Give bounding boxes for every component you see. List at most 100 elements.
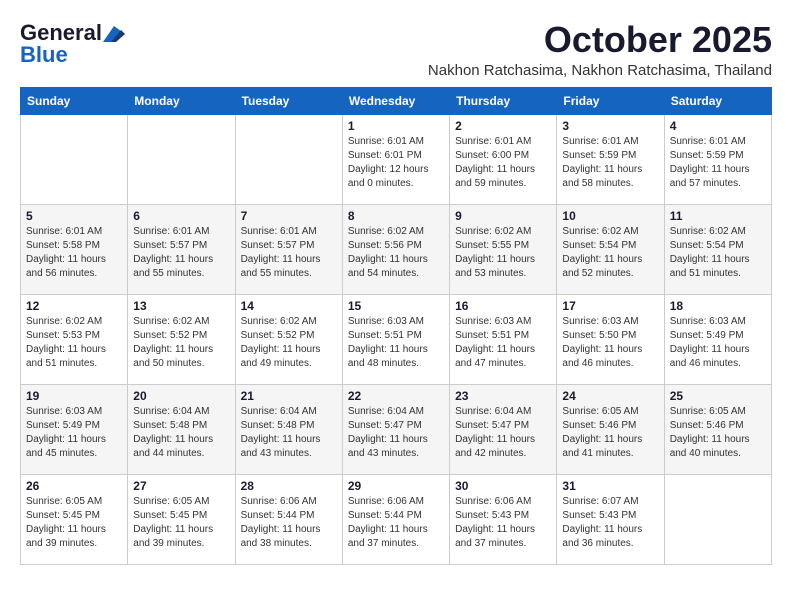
- calendar-row-0: 1Sunrise: 6:01 AM Sunset: 6:01 PM Daylig…: [21, 114, 772, 204]
- calendar-cell: 10 Sunrise: 6:02 AM Sunset: 5:54 PM Dayli…: [557, 204, 664, 294]
- day-number: 21: [241, 389, 337, 403]
- day-number: 3: [562, 119, 658, 133]
- day-info: Sunrise: 6:01 AM Sunset: 5:59 PM Dayligh…: [670, 135, 766, 191]
- calendar-row-1: 5 Sunrise: 6:01 AM Sunset: 5:58 PM Daylig…: [21, 204, 772, 294]
- day-info: Sunrise: 6:03 AM Sunset: 5:49 PM Dayligh…: [670, 315, 766, 371]
- calendar-cell: 22 Sunrise: 6:04 AM Sunset: 5:47 PM Dayli…: [342, 384, 449, 474]
- day-number: 11: [670, 209, 766, 223]
- calendar-cell: 11 Sunrise: 6:02 AM Sunset: 5:54 PM Dayli…: [664, 204, 771, 294]
- day-info: Sunrise: 6:02 AM Sunset: 5:54 PM Dayligh…: [562, 225, 658, 281]
- day-number: 28: [241, 479, 337, 493]
- day-number: 16: [455, 299, 551, 313]
- calendar-cell: [21, 114, 128, 204]
- day-number: 25: [670, 389, 766, 403]
- day-info: Sunrise: 6:07 AM Sunset: 5:43 PM Dayligh…: [562, 495, 658, 551]
- day-number: 19: [26, 389, 122, 403]
- day-number: 10: [562, 209, 658, 223]
- day-info: Sunrise: 6:01 AM Sunset: 5:58 PM Dayligh…: [26, 225, 122, 281]
- calendar-cell: 19 Sunrise: 6:03 AM Sunset: 5:49 PM Dayli…: [21, 384, 128, 474]
- day-info: Sunrise: 6:04 AM Sunset: 5:47 PM Dayligh…: [348, 405, 444, 461]
- day-number: 2: [455, 119, 551, 133]
- header-thursday: Thursday: [450, 87, 557, 114]
- day-number: 13: [133, 299, 229, 313]
- day-info: Sunrise: 6:04 AM Sunset: 5:47 PM Dayligh…: [455, 405, 551, 461]
- calendar-cell: 28 Sunrise: 6:06 AM Sunset: 5:44 PM Dayli…: [235, 474, 342, 564]
- day-info: Sunrise: 6:03 AM Sunset: 5:49 PM Dayligh…: [26, 405, 122, 461]
- calendar-cell: 2 Sunrise: 6:01 AM Sunset: 6:00 PM Daylig…: [450, 114, 557, 204]
- day-info: Sunrise: 6:05 AM Sunset: 5:45 PM Dayligh…: [133, 495, 229, 551]
- calendar-cell: 3 Sunrise: 6:01 AM Sunset: 5:59 PM Daylig…: [557, 114, 664, 204]
- calendar-cell: 9 Sunrise: 6:02 AM Sunset: 5:55 PM Daylig…: [450, 204, 557, 294]
- calendar-cell: 20Sunrise: 6:04 AM Sunset: 5:48 PM Dayli…: [128, 384, 235, 474]
- calendar-cell: 6Sunrise: 6:01 AM Sunset: 5:57 PM Daylig…: [128, 204, 235, 294]
- day-number: 5: [26, 209, 122, 223]
- day-number: 18: [670, 299, 766, 313]
- calendar-cell: 18 Sunrise: 6:03 AM Sunset: 5:49 PM Dayli…: [664, 294, 771, 384]
- day-number: 22: [348, 389, 444, 403]
- day-info: Sunrise: 6:02 AM Sunset: 5:53 PM Dayligh…: [26, 315, 122, 371]
- day-number: 30: [455, 479, 551, 493]
- calendar-cell: 14 Sunrise: 6:02 AM Sunset: 5:52 PM Dayli…: [235, 294, 342, 384]
- day-info: Sunrise: 6:06 AM Sunset: 5:43 PM Dayligh…: [455, 495, 551, 551]
- day-info: Sunrise: 6:02 AM Sunset: 5:55 PM Dayligh…: [455, 225, 551, 281]
- day-number: 12: [26, 299, 122, 313]
- day-number: 17: [562, 299, 658, 313]
- header-sunday: Sunday: [21, 87, 128, 114]
- day-number: 7: [241, 209, 337, 223]
- day-number: 15: [348, 299, 444, 313]
- header-saturday: Saturday: [664, 87, 771, 114]
- day-info: Sunrise: 6:06 AM Sunset: 5:44 PM Dayligh…: [348, 495, 444, 551]
- day-number: 14: [241, 299, 337, 313]
- day-info: Sunrise: 6:06 AM Sunset: 5:44 PM Dayligh…: [241, 495, 337, 551]
- day-info: Sunrise: 6:04 AM Sunset: 5:48 PM Dayligh…: [241, 405, 337, 461]
- title-section: October 2025 Nakhon Ratchasima, Nakhon R…: [428, 20, 772, 79]
- calendar-cell: 13 Sunrise: 6:02 AM Sunset: 5:52 PM Dayli…: [128, 294, 235, 384]
- calendar-cell: 29 Sunrise: 6:06 AM Sunset: 5:44 PM Dayli…: [342, 474, 449, 564]
- calendar-cell: 24Sunrise: 6:05 AM Sunset: 5:46 PM Dayli…: [557, 384, 664, 474]
- day-number: 27: [133, 479, 229, 493]
- page-header: General Blue October 2025 Nakhon Ratchas…: [20, 20, 772, 79]
- calendar-cell: 23 Sunrise: 6:04 AM Sunset: 5:47 PM Dayli…: [450, 384, 557, 474]
- calendar-cell: [664, 474, 771, 564]
- day-info: Sunrise: 6:02 AM Sunset: 5:52 PM Dayligh…: [241, 315, 337, 371]
- calendar-cell: 8 Sunrise: 6:02 AM Sunset: 5:56 PM Daylig…: [342, 204, 449, 294]
- calendar-cell: 25 Sunrise: 6:05 AM Sunset: 5:46 PM Dayli…: [664, 384, 771, 474]
- weekday-header-row: Sunday Monday Tuesday Wednesday Thursday…: [21, 87, 772, 114]
- day-info: Sunrise: 6:01 AM Sunset: 6:00 PM Dayligh…: [455, 135, 551, 191]
- calendar-cell: 1Sunrise: 6:01 AM Sunset: 6:01 PM Daylig…: [342, 114, 449, 204]
- calendar-cell: 21 Sunrise: 6:04 AM Sunset: 5:48 PM Dayli…: [235, 384, 342, 474]
- header-monday: Monday: [128, 87, 235, 114]
- calendar-row-3: 19 Sunrise: 6:03 AM Sunset: 5:49 PM Dayli…: [21, 384, 772, 474]
- logo-icon: [103, 26, 125, 42]
- location-title: Nakhon Ratchasima, Nakhon Ratchasima, Th…: [428, 62, 772, 79]
- day-number: 31: [562, 479, 658, 493]
- calendar-cell: 17 Sunrise: 6:03 AM Sunset: 5:50 PM Dayli…: [557, 294, 664, 384]
- day-number: 29: [348, 479, 444, 493]
- header-wednesday: Wednesday: [342, 87, 449, 114]
- calendar-cell: 26 Sunrise: 6:05 AM Sunset: 5:45 PM Dayli…: [21, 474, 128, 564]
- day-info: Sunrise: 6:03 AM Sunset: 5:50 PM Dayligh…: [562, 315, 658, 371]
- day-number: 23: [455, 389, 551, 403]
- calendar-row-4: 26 Sunrise: 6:05 AM Sunset: 5:45 PM Dayli…: [21, 474, 772, 564]
- calendar-cell: 31 Sunrise: 6:07 AM Sunset: 5:43 PM Dayli…: [557, 474, 664, 564]
- day-number: 20: [133, 389, 229, 403]
- day-info: Sunrise: 6:01 AM Sunset: 5:57 PM Dayligh…: [241, 225, 337, 281]
- day-info: Sunrise: 6:02 AM Sunset: 5:56 PM Dayligh…: [348, 225, 444, 281]
- calendar-row-2: 12 Sunrise: 6:02 AM Sunset: 5:53 PM Dayli…: [21, 294, 772, 384]
- day-number: 9: [455, 209, 551, 223]
- calendar-cell: 5 Sunrise: 6:01 AM Sunset: 5:58 PM Daylig…: [21, 204, 128, 294]
- day-info: Sunrise: 6:05 AM Sunset: 5:45 PM Dayligh…: [26, 495, 122, 551]
- calendar-cell: 15 Sunrise: 6:03 AM Sunset: 5:51 PM Dayli…: [342, 294, 449, 384]
- day-number: 26: [26, 479, 122, 493]
- day-number: 8: [348, 209, 444, 223]
- day-info: Sunrise: 6:02 AM Sunset: 5:52 PM Dayligh…: [133, 315, 229, 371]
- day-info: Sunrise: 6:03 AM Sunset: 5:51 PM Dayligh…: [348, 315, 444, 371]
- calendar-cell: 4Sunrise: 6:01 AM Sunset: 5:59 PM Daylig…: [664, 114, 771, 204]
- day-info: Sunrise: 6:02 AM Sunset: 5:54 PM Dayligh…: [670, 225, 766, 281]
- calendar-cell: [128, 114, 235, 204]
- day-info: Sunrise: 6:01 AM Sunset: 5:59 PM Dayligh…: [562, 135, 658, 191]
- calendar-cell: 7 Sunrise: 6:01 AM Sunset: 5:57 PM Daylig…: [235, 204, 342, 294]
- day-info: Sunrise: 6:05 AM Sunset: 5:46 PM Dayligh…: [670, 405, 766, 461]
- day-info: Sunrise: 6:03 AM Sunset: 5:51 PM Dayligh…: [455, 315, 551, 371]
- calendar-cell: 27 Sunrise: 6:05 AM Sunset: 5:45 PM Dayli…: [128, 474, 235, 564]
